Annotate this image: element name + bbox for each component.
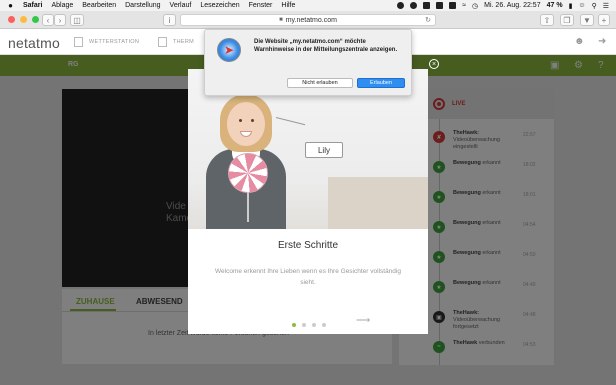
clock-icon[interactable]: ◷	[472, 2, 478, 10]
minimize-window-button[interactable]	[20, 16, 27, 23]
url-bar[interactable]: ■ my.netatmo.com ↻	[180, 14, 436, 26]
back-button[interactable]: ‹	[42, 14, 54, 26]
photo-girl-eye-right	[251, 119, 254, 122]
plus-icon: +	[601, 15, 607, 25]
status-icon-1[interactable]	[397, 2, 405, 9]
menu-verlauf[interactable]: Verlauf	[170, 2, 192, 9]
photo-lollipop	[228, 153, 268, 193]
status-icon-2[interactable]	[410, 2, 418, 9]
menu-darstellung[interactable]: Darstellung	[125, 2, 160, 9]
logout-icon[interactable]: ➜	[598, 36, 606, 47]
chevron-right-icon: ›	[58, 15, 62, 25]
macos-menubar: ● Safari Ablage Bearbeiten Darstellung V…	[0, 0, 616, 11]
menubar-status-area: ≈ ◷ Mi. 26. Aug. 22:57 47 % ▮ ☺ ⚲ ☰	[397, 2, 609, 10]
reload-icon[interactable]: ↻	[425, 16, 431, 24]
notification-center-icon[interactable]: ☰	[603, 2, 609, 10]
url-text: my.netatmo.com	[285, 16, 337, 24]
onboarding-modal: Lily Erste Schritte Welcome erkennt Ihre…	[188, 69, 428, 334]
nav-weather-station-label: WETTERSTATION	[89, 39, 140, 45]
apple-icon[interactable]: ●	[6, 1, 15, 10]
user-icon[interactable]: ☺	[578, 2, 585, 9]
safari-compass-icon: ➤	[217, 38, 241, 62]
tabs-button[interactable]: ❐	[560, 14, 574, 26]
reader-button[interactable]: i	[163, 14, 176, 26]
sidebar-button[interactable]: ◫	[70, 14, 84, 26]
status-icon-4[interactable]	[436, 2, 444, 9]
face-tag-connector	[275, 117, 306, 126]
page-dot-2[interactable]	[302, 323, 306, 327]
menu-fenster[interactable]: Fenster	[249, 2, 273, 9]
share-icon: ⇧	[543, 15, 551, 25]
airplay-icon[interactable]	[449, 2, 457, 9]
photo-girl-eye-left	[239, 119, 242, 122]
photo-lollipop-stick	[247, 192, 249, 222]
weather-station-icon	[74, 37, 83, 47]
chevron-left-icon: ‹	[46, 15, 50, 25]
wifi-status-icon[interactable]: ≈	[462, 2, 466, 9]
close-icon[interactable]: ×	[429, 59, 439, 69]
menu-app-safari[interactable]: Safari	[23, 2, 42, 9]
status-icon-3[interactable]	[423, 2, 431, 9]
battery-icon[interactable]: ▮	[569, 2, 573, 10]
deny-button[interactable]: Nicht erlauben	[287, 78, 353, 88]
account-icon[interactable]: ☻	[574, 36, 585, 47]
page-dot-1[interactable]	[292, 323, 296, 327]
forward-button[interactable]: ›	[54, 14, 66, 26]
downloads-button[interactable]: ▼	[580, 14, 594, 26]
modal-title: Erste Schritte	[277, 240, 339, 251]
sidebar-icon: ◫	[73, 15, 81, 25]
modal-description: Welcome erkennt Ihre Lieben wenn es Ihre…	[215, 268, 401, 286]
menu-lesezeichen[interactable]: Lesezeichen	[200, 2, 239, 9]
photo-girl-face	[227, 102, 265, 146]
face-name-tag: Lily	[305, 142, 343, 158]
safari-toolbar: ‹ › ◫ i ■ my.netatmo.com ↻ ⇧ ❐ ▼ +	[0, 11, 616, 29]
thermostat-icon	[158, 37, 167, 47]
spotlight-icon[interactable]: ⚲	[592, 2, 597, 10]
info-icon: i	[168, 15, 171, 25]
nav-thermostat-label: THERM	[173, 39, 195, 45]
zoom-window-button[interactable]	[32, 16, 39, 23]
new-tab-button[interactable]: +	[598, 14, 610, 26]
nav-weather-station[interactable]: WETTERSTATION	[74, 35, 139, 49]
pagination-dots	[292, 323, 326, 327]
prompt-message: Die Website „my.netatmo.com“ möchte Warn…	[254, 39, 398, 53]
datetime-label[interactable]: Mi. 26. Aug. 22:57	[484, 2, 540, 9]
page-dot-4[interactable]	[322, 323, 326, 327]
allow-button[interactable]: Erlauben	[357, 78, 405, 88]
page-dot-3[interactable]	[312, 323, 316, 327]
menu-hilfe[interactable]: Hilfe	[281, 2, 295, 9]
notification-permission-prompt: ➤ Die Website „my.netatmo.com“ möchte Wa…	[204, 29, 412, 96]
download-icon: ▼	[583, 15, 591, 25]
share-button[interactable]: ⇧	[540, 14, 554, 26]
next-arrow-icon[interactable]: ⟶	[356, 315, 370, 326]
lock-icon: ■	[279, 17, 283, 23]
close-window-button[interactable]	[8, 16, 15, 23]
netatmo-logo[interactable]: netatmo	[8, 35, 60, 51]
menu-ablage[interactable]: Ablage	[51, 2, 73, 9]
menu-bearbeiten[interactable]: Bearbeiten	[82, 2, 116, 9]
battery-percent[interactable]: 47 %	[547, 2, 563, 9]
nav-thermostat[interactable]: THERM	[158, 35, 194, 49]
tabs-icon: ❐	[563, 15, 571, 25]
photo-shelf	[328, 177, 428, 229]
